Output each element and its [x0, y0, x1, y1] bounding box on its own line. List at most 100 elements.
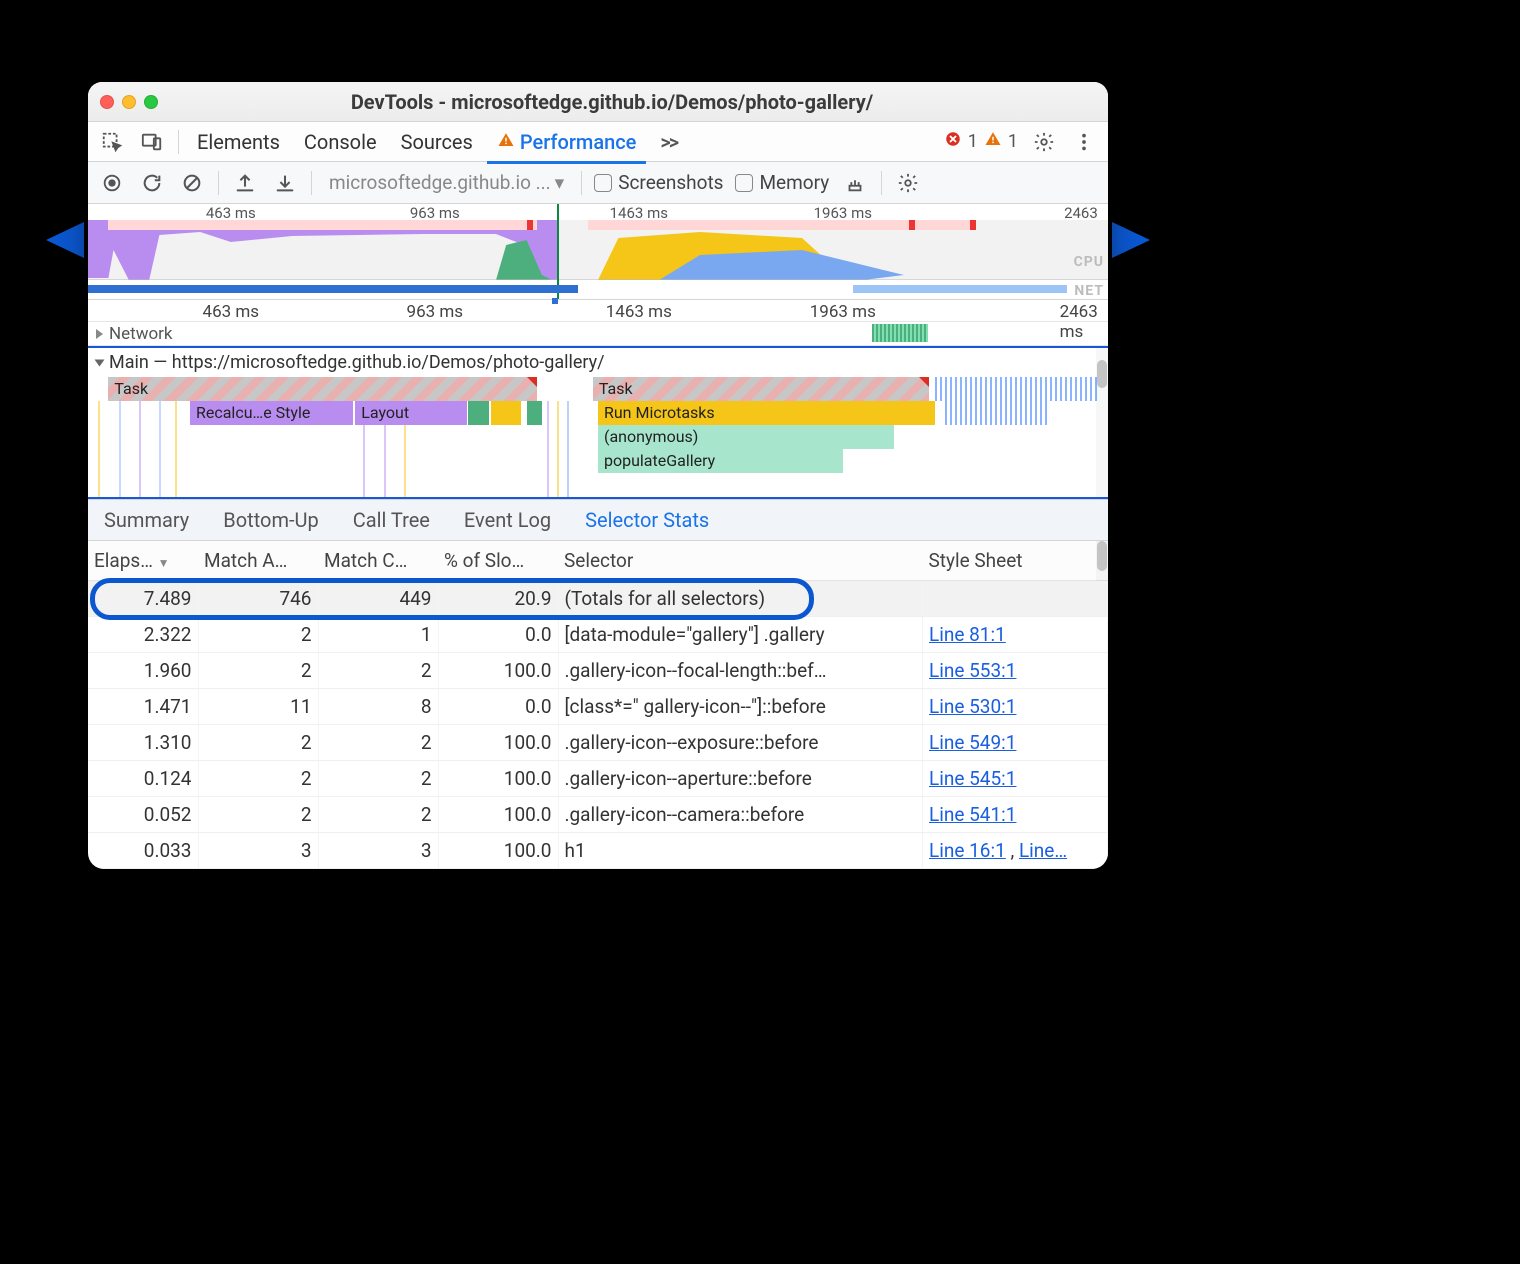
settings-gear-icon[interactable]	[1030, 128, 1058, 156]
table-row[interactable]: 1.96022100.0.gallery-icon--focal-length:…	[88, 653, 1108, 689]
col-selector[interactable]: Selector	[558, 541, 923, 581]
scrollbar-thumb[interactable]	[1097, 360, 1107, 388]
table-row[interactable]: 1.4711180.0[class*=" gallery-icon--"]::b…	[88, 689, 1108, 725]
tab-console[interactable]: Console	[298, 130, 383, 154]
overview-timeline[interactable]: 463 ms 963 ms 1463 ms 1963 ms 2463 ms CP…	[88, 204, 1108, 300]
col-elapsed[interactable]: Elaps… ▼	[88, 541, 198, 581]
memory-checkbox[interactable]: Memory	[735, 171, 829, 194]
collect-garbage-icon[interactable]	[841, 169, 869, 197]
disclosure-triangle-icon[interactable]	[96, 329, 103, 339]
cpu-label: CPU	[1074, 254, 1104, 270]
kebab-menu-icon[interactable]	[1070, 128, 1098, 156]
cell-match-count: 8	[318, 689, 438, 725]
zoom-window-button[interactable]	[144, 95, 158, 109]
screenshots-label: Screenshots	[618, 171, 723, 194]
error-count: 1	[968, 131, 978, 152]
tab-elements[interactable]: Elements	[191, 130, 286, 154]
divider	[581, 171, 582, 195]
stylesheet-link[interactable]: Line 541:1	[929, 803, 1016, 826]
stylesheet-link[interactable]: Line 545:1	[929, 767, 1016, 790]
cell-stylesheet: Line 81:1	[923, 617, 1108, 653]
scrollbar-thumb[interactable]	[1097, 541, 1107, 571]
issues-status[interactable]: 1 1	[944, 130, 1018, 153]
table-row[interactable]: 0.12422100.0.gallery-icon--aperture::bef…	[88, 761, 1108, 797]
ruler-tick: 463 ms	[203, 302, 260, 322]
net-overview: NET	[88, 281, 1108, 299]
main-thread-header[interactable]: Main — https://microsoftedge.github.io/D…	[88, 348, 1108, 377]
cell-match-count: 2	[318, 797, 438, 833]
memory-checkbox-input[interactable]	[735, 174, 753, 192]
main-thread-track[interactable]: Main — https://microsoftedge.github.io/D…	[88, 346, 1108, 499]
tab-bottom-up[interactable]: Bottom-Up	[221, 502, 320, 538]
clear-icon[interactable]	[178, 169, 206, 197]
screenshots-checkbox-input[interactable]	[594, 174, 612, 192]
stylesheet-link[interactable]: Line…	[1019, 839, 1067, 862]
table-row[interactable]: 1.31022100.0.gallery-icon--exposure::bef…	[88, 725, 1108, 761]
stylesheet-link[interactable]: Line 81:1	[929, 623, 1006, 646]
ruler-tick: 1463 ms	[606, 302, 672, 322]
divider	[218, 171, 219, 195]
col-pct-slow[interactable]: % of Slo…	[438, 541, 558, 581]
cell-selector: (Totals for all selectors)	[558, 581, 923, 617]
download-profile-icon[interactable]	[271, 169, 299, 197]
tab-summary[interactable]: Summary	[102, 502, 191, 538]
annotation-arrow-left	[46, 222, 84, 258]
cell-stylesheet: Line 549:1	[923, 725, 1108, 761]
tab-selector-stats[interactable]: Selector Stats	[583, 502, 711, 538]
device-toolbar-icon[interactable]	[138, 128, 166, 156]
reload-record-icon[interactable]	[138, 169, 166, 197]
divider	[881, 171, 882, 195]
tab-performance[interactable]: Performance	[491, 130, 643, 154]
memory-label: Memory	[759, 171, 829, 194]
cell-pct-slow: 100.0	[438, 833, 558, 869]
cell-pct-slow: 0.0	[438, 617, 558, 653]
cell-elapsed: 0.124	[88, 761, 198, 797]
table-row[interactable]: 0.03333100.0h1Line 16:1 , Line…	[88, 833, 1108, 869]
stylesheet-link[interactable]: Line 530:1	[929, 695, 1016, 718]
cell-match-count: 1	[318, 617, 438, 653]
table-row[interactable]: 7.48974644920.9(Totals for all selectors…	[88, 581, 1108, 617]
table-scrollbar[interactable]	[1096, 541, 1108, 581]
task-bar[interactable]: Task	[593, 377, 930, 401]
capture-settings-gear-icon[interactable]	[894, 169, 922, 197]
col-match-count[interactable]: Match C…	[318, 541, 438, 581]
origin-selector[interactable]: microsoftedge.github.io ... ▾	[324, 168, 569, 197]
upload-profile-icon[interactable]	[231, 169, 259, 197]
cell-match-attempts: 11	[198, 689, 318, 725]
cell-pct-slow: 100.0	[438, 725, 558, 761]
error-badge-icon	[944, 130, 962, 153]
stylesheet-link[interactable]: Line 549:1	[929, 731, 1016, 754]
close-window-button[interactable]	[100, 95, 114, 109]
tab-call-tree[interactable]: Call Tree	[351, 502, 432, 538]
col-match-attempts[interactable]: Match A…	[198, 541, 318, 581]
table-row[interactable]: 2.322210.0[data-module="gallery"] .galle…	[88, 617, 1108, 653]
cell-elapsed: 1.471	[88, 689, 198, 725]
screenshots-checkbox[interactable]: Screenshots	[594, 171, 723, 194]
cell-elapsed: 2.322	[88, 617, 198, 653]
cell-pct-slow: 100.0	[438, 797, 558, 833]
cell-selector: .gallery-icon--aperture::before	[558, 761, 923, 797]
task-bar-label: Task	[114, 379, 148, 398]
tab-event-log[interactable]: Event Log	[462, 502, 553, 538]
flamegraph[interactable]: Task Task Recalcu…e Style Layout Run Mic…	[88, 377, 1108, 497]
col-stylesheet[interactable]: Style Sheet	[923, 541, 1108, 581]
record-button-icon[interactable]	[98, 169, 126, 197]
more-tabs-button[interactable]: >>	[654, 130, 683, 154]
table-row[interactable]: 0.05222100.0.gallery-icon--camera::befor…	[88, 797, 1108, 833]
task-bar[interactable]: Task	[108, 377, 536, 401]
tab-sources[interactable]: Sources	[395, 130, 479, 154]
network-track[interactable]: Network	[88, 322, 1108, 346]
cell-match-attempts: 3	[198, 833, 318, 869]
window-title: DevTools - microsoftedge.github.io/Demos…	[168, 90, 1096, 114]
cell-selector: h1	[558, 833, 923, 869]
cell-pct-slow: 0.0	[438, 689, 558, 725]
inspect-element-icon[interactable]	[98, 128, 126, 156]
cell-elapsed: 0.033	[88, 833, 198, 869]
minimize-window-button[interactable]	[122, 95, 136, 109]
stylesheet-link[interactable]: Line 553:1	[929, 659, 1016, 682]
disclosure-triangle-icon[interactable]	[95, 359, 105, 366]
flamegraph-scrollbar[interactable]	[1096, 348, 1108, 497]
task-bar-label: Task	[599, 379, 633, 398]
cell-match-attempts: 2	[198, 797, 318, 833]
stylesheet-link[interactable]: Line 16:1	[929, 839, 1006, 862]
